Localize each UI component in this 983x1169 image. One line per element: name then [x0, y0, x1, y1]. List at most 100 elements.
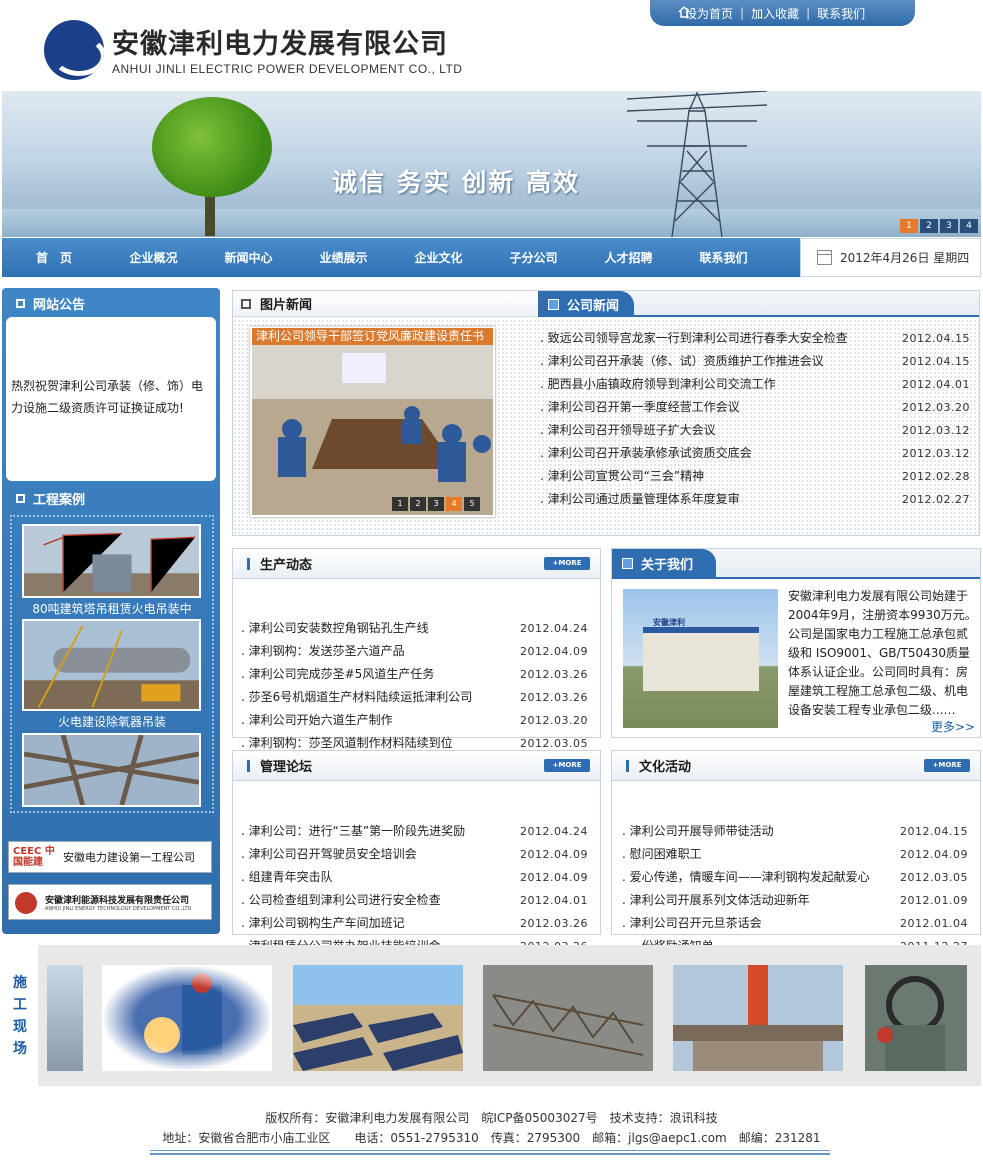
case-caption-1[interactable]: 80吨建筑塔吊租赁火电吊装中: [10, 600, 214, 617]
bar-marker: [247, 557, 250, 570]
nav-home[interactable]: 首 页: [2, 249, 106, 266]
company-news-item[interactable]: . 津利公司宣贯公司“三会”精神 2012.02.28: [540, 465, 970, 488]
pic-news-caption[interactable]: 津利公司领导干部签订党风廉政建设责任书: [252, 328, 493, 345]
nav-achievements[interactable]: 业绩展示: [296, 249, 391, 266]
about-more-link[interactable]: 更多>>: [931, 718, 975, 735]
production-more-button[interactable]: +MORE: [544, 557, 590, 570]
culture-item[interactable]: . 津利公司开展系列文体活动迎新年 2012.01.09: [622, 889, 968, 912]
company-news-item-date: 2012.02.28: [902, 470, 970, 483]
partner-logo-jinli-energy[interactable]: 安徽津利能源科技发展有限责任公司 ANHUI JINLI ENERGY TECH…: [8, 884, 212, 920]
banner-page-3[interactable]: 3: [940, 219, 958, 233]
culture-item-title[interactable]: . 津利公司开展系列文体活动迎新年: [622, 889, 810, 912]
company-news-item[interactable]: . 致远公司领导宫龙家一行到津利公司进行春季大安全检查 2012.04.15: [540, 327, 970, 350]
culture-item[interactable]: . 津利公司开展导师带徒活动 2012.04.15: [622, 820, 968, 843]
culture-item-title[interactable]: . 津利公司开展导师带徒活动: [622, 820, 774, 843]
forum-item[interactable]: . 公司检查组到津利公司进行安全检查 2012.04.01: [241, 889, 588, 912]
production-item[interactable]: . 津利公司安装数控角钢钻孔生产线 2012.04.24: [241, 617, 588, 640]
company-news-item[interactable]: . 肥西县小庙镇政府领导到津利公司交流工作 2012.04.01: [540, 373, 970, 396]
office-building-photo[interactable]: 安徽津利: [623, 589, 778, 728]
production-item-title[interactable]: . 津利钢构：发送莎圣六道产品: [241, 640, 405, 663]
site-photo-0[interactable]: [47, 965, 83, 1071]
nav-jobs[interactable]: 人才招聘: [581, 249, 676, 266]
forum-title: 管理论坛: [260, 760, 313, 775]
square-icon: [16, 494, 25, 503]
pic-page-3[interactable]: 3: [428, 497, 444, 511]
production-item-title[interactable]: . 莎圣6号机烟道生产材料陆续运抵津利公司: [241, 686, 472, 709]
company-news-item[interactable]: . 津利公司召开领导班子扩大会议 2012.03.12: [540, 419, 970, 442]
banner-page-1[interactable]: 1: [900, 219, 918, 233]
square-icon: [622, 557, 633, 569]
add-favorite-link[interactable]: 加入收藏: [744, 5, 806, 22]
company-news-item-title[interactable]: . 致远公司领导宫龙家一行到津利公司进行春季大安全检查: [540, 327, 848, 350]
case-image-crane[interactable]: [22, 524, 201, 598]
forum-item-title[interactable]: . 津利公司钢构生产车间加班记: [241, 912, 405, 935]
company-news-item[interactable]: . 津利公司通过质量管理体系年度复审 2012.02.27: [540, 488, 970, 511]
production-item-date: 2012.04.09: [520, 645, 588, 658]
case-image-steel[interactable]: [22, 733, 201, 807]
company-news-item-title[interactable]: . 津利公司宣贯公司“三会”精神: [540, 465, 704, 488]
production-item-date: 2012.03.20: [520, 714, 588, 727]
site-photo-welder[interactable]: [102, 965, 272, 1071]
company-news-item-title[interactable]: . 肥西县小庙镇政府领导到津利公司交流工作: [540, 373, 776, 396]
forum-item-title[interactable]: . 组建青年突击队: [241, 866, 333, 889]
company-news-item-title[interactable]: . 津利公司召开承装（修、试）资质维护工作推进会议: [540, 350, 824, 373]
company-news-item-title[interactable]: . 津利公司通过质量管理体系年度复审: [540, 488, 740, 511]
nav-branches[interactable]: 子分公司: [486, 249, 581, 266]
site-photo-solar[interactable]: [293, 965, 463, 1071]
pic-page-2[interactable]: 2: [410, 497, 426, 511]
pic-page-5[interactable]: 5: [464, 497, 480, 511]
culture-item[interactable]: . 津利公司召开元旦茶话会 2012.01.04: [622, 912, 968, 935]
culture-item[interactable]: . 爱心传递，情暖车间——津利钢构发起献爱心 2012.03.05: [622, 866, 968, 889]
company-news-item[interactable]: . 津利公司召开第一季度经营工作会议 2012.03.20: [540, 396, 970, 419]
square-icon: [548, 298, 559, 310]
company-news-header: 公司新闻: [538, 291, 979, 317]
production-item[interactable]: . 莎圣6号机烟道生产材料陆续运抵津利公司 2012.03.26: [241, 686, 588, 709]
forum-item[interactable]: . 组建青年突击队 2012.04.09: [241, 866, 588, 889]
notice-text[interactable]: 热烈祝贺津利公司承装（修、饰）电力设施二级资质许可证换证成功!: [11, 379, 203, 415]
production-item-title[interactable]: . 津利公司完成莎圣#5风道生产任务: [241, 663, 434, 686]
forum-item[interactable]: . 津利公司：进行“三基”第一阶段先进奖励 2012.04.24: [241, 820, 588, 843]
company-news-item[interactable]: . 津利公司召开承装承修承试资质交底会 2012.03.12: [540, 442, 970, 465]
production-item-title[interactable]: . 津利公司开始六道生产制作: [241, 709, 393, 732]
nav-culture[interactable]: 企业文化: [391, 249, 486, 266]
culture-more-button[interactable]: +MORE: [924, 759, 970, 772]
pic-page-1[interactable]: 1: [392, 497, 408, 511]
culture-item-title[interactable]: . 爱心传递，情暖车间——津利钢构发起献爱心: [622, 866, 870, 889]
forum-item[interactable]: . 津利公司召开驾驶员安全培训会 2012.04.09: [241, 843, 588, 866]
case-caption-2[interactable]: 火电建设除氧器吊装: [10, 713, 214, 730]
forum-item-title[interactable]: . 公司检查组到津利公司进行安全检查: [241, 889, 441, 912]
production-item-title[interactable]: . 津利公司安装数控角钢钻孔生产线: [241, 617, 429, 640]
company-news-item-date: 2012.03.12: [902, 424, 970, 437]
company-news-item[interactable]: . 津利公司召开承装（修、试）资质维护工作推进会议 2012.04.15: [540, 350, 970, 373]
culture-item-title[interactable]: . 津利公司召开元旦茶话会: [622, 912, 762, 935]
contact-us-link[interactable]: 联系我们: [810, 5, 872, 22]
forum-more-button[interactable]: +MORE: [544, 759, 590, 772]
production-item[interactable]: . 津利钢构：发送莎圣六道产品 2012.04.09: [241, 640, 588, 663]
nav-news[interactable]: 新闻中心: [201, 249, 296, 266]
culture-item[interactable]: . 慰问困难职工 2012.04.09: [622, 843, 968, 866]
company-news-item-title[interactable]: . 津利公司召开第一季度经营工作会议: [540, 396, 740, 419]
pic-news-photo[interactable]: [250, 327, 495, 517]
case-image-deaerator[interactable]: [22, 619, 201, 711]
company-news-item-title[interactable]: . 津利公司召开领导班子扩大会议: [540, 419, 716, 442]
banner-page-4[interactable]: 4: [960, 219, 978, 233]
forum-item-title[interactable]: . 津利公司召开驾驶员安全培训会: [241, 843, 417, 866]
footer-copyright: 版权所有：安徽津利电力发展有限公司 皖ICP备05003027号 技术支持：浪讯…: [265, 1111, 718, 1125]
nav-contact[interactable]: 联系我们: [676, 249, 771, 266]
nav-overview[interactable]: 企业概况: [106, 249, 201, 266]
production-list: . 津利公司安装数控角钢钻孔生产线 2012.04.24 . 津利钢构：发送莎圣六道…: [233, 579, 600, 755]
site-photo-tower[interactable]: [673, 965, 843, 1071]
forum-item[interactable]: . 津利公司钢构生产车间加班记 2012.03.26: [241, 912, 588, 935]
site-photo-machine[interactable]: [865, 965, 967, 1071]
pic-page-4[interactable]: 4: [446, 497, 462, 511]
pic-news-header: 图片新闻: [233, 291, 537, 317]
company-news-item-title[interactable]: . 津利公司召开承装承修承试资质交底会: [540, 442, 752, 465]
production-item[interactable]: . 津利公司开始六道生产制作 2012.03.20: [241, 709, 588, 732]
banner-page-2[interactable]: 2: [920, 219, 938, 233]
production-item[interactable]: . 津利公司完成莎圣#5风道生产任务 2012.03.26: [241, 663, 588, 686]
site-photo-steel-truss[interactable]: [483, 965, 653, 1071]
partner-logo-ceec[interactable]: CEEC 中国能建 安徽电力建设第一工程公司: [8, 841, 212, 873]
culture-item-title[interactable]: . 慰问困难职工: [622, 843, 702, 866]
square-icon: [241, 298, 251, 309]
forum-item-title[interactable]: . 津利公司：进行“三基”第一阶段先进奖励: [241, 820, 465, 843]
